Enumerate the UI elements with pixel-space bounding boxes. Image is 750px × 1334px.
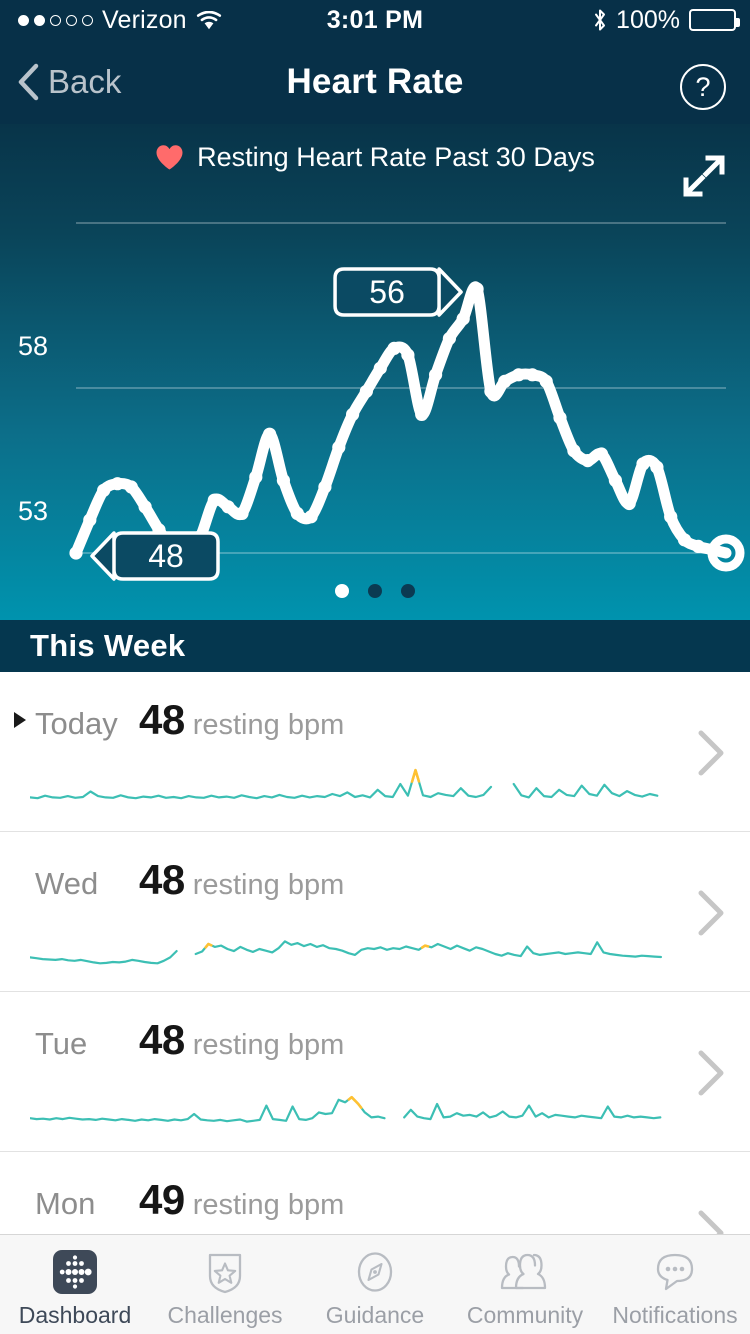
- day-row-header: Wed 48 resting bpm: [14, 856, 344, 904]
- day-bpm-value: 48: [139, 856, 185, 904]
- day-bpm-unit: resting bpm: [193, 709, 345, 742]
- day-row-wed[interactable]: Wed 48 resting bpm: [0, 832, 750, 992]
- tab-guidance[interactable]: Guidance: [300, 1235, 450, 1334]
- svg-text:48: 48: [148, 538, 184, 574]
- sparkline-tue: [30, 1080, 680, 1136]
- day-bpm-unit: resting bpm: [193, 1029, 345, 1062]
- tab-label-challenges: Challenges: [167, 1302, 282, 1329]
- heart-rate-screen: Verizon 3:01 PM 100% Back Heart Rate ?: [0, 0, 750, 1334]
- day-name-label: Today: [35, 706, 139, 742]
- chevron-right-icon[interactable]: [694, 728, 728, 778]
- expand-triangle-icon: [14, 712, 26, 728]
- day-bpm-value: 49: [139, 1176, 185, 1224]
- bluetooth-icon: [593, 9, 607, 31]
- day-row-today[interactable]: Today 48 resting bpm: [0, 672, 750, 832]
- pager-dot-3[interactable]: [401, 584, 415, 598]
- chevron-right-icon[interactable]: [694, 1048, 728, 1098]
- chevron-right-icon[interactable]: [694, 1208, 728, 1234]
- tab-label-guidance: Guidance: [326, 1302, 424, 1329]
- svg-text:56: 56: [369, 274, 405, 310]
- tab-notifications[interactable]: Notifications: [600, 1235, 750, 1334]
- day-row-header: Today 48 resting bpm: [14, 696, 344, 744]
- battery-percent-label: 100%: [616, 6, 680, 35]
- chart-callouts: 56 48: [92, 269, 461, 579]
- pager-dot-2[interactable]: [368, 584, 382, 598]
- navigation-bar: Back Heart Rate ?: [0, 40, 750, 124]
- status-bar-right: 100%: [593, 6, 736, 35]
- tab-label-community: Community: [467, 1302, 583, 1329]
- day-name-label: Mon: [35, 1186, 139, 1222]
- chart-data-points: [69, 282, 718, 559]
- resting-hr-chart-panel[interactable]: Resting Heart Rate Past 30 Days 58 53 48…: [0, 124, 750, 620]
- sparkline-today: [30, 760, 680, 816]
- tab-dashboard[interactable]: Dashboard: [0, 1235, 150, 1334]
- pager-dot-1[interactable]: [335, 584, 349, 598]
- day-bpm-value: 48: [139, 1016, 185, 1064]
- tab-challenges[interactable]: Challenges: [150, 1235, 300, 1334]
- sparkline-wed: [30, 920, 680, 976]
- day-bpm-unit: resting bpm: [193, 1189, 345, 1222]
- battery-icon: [689, 9, 736, 31]
- tab-label-dashboard: Dashboard: [19, 1302, 132, 1329]
- two-people-icon: [497, 1244, 553, 1300]
- day-bpm-value: 48: [139, 696, 185, 744]
- day-name-label: Wed: [35, 866, 139, 902]
- day-list: Today 48 resting bpm Wed 48 resting bpm: [0, 672, 750, 1234]
- bottom-tab-bar: Dashboard Challenges Guidance Community: [0, 1234, 750, 1334]
- tab-community[interactable]: Community: [450, 1235, 600, 1334]
- day-row-mon[interactable]: Mon 49 resting bpm: [0, 1152, 750, 1234]
- this-week-header: This Week: [0, 620, 750, 672]
- day-row-tue[interactable]: Tue 48 resting bpm: [0, 992, 750, 1152]
- help-button-label: ?: [695, 72, 710, 103]
- this-week-label: This Week: [30, 628, 185, 664]
- day-row-header: Mon 49 resting bpm: [14, 1176, 344, 1224]
- page-title: Heart Rate: [0, 40, 750, 124]
- chat-bubble-icon: [647, 1244, 703, 1300]
- day-bpm-unit: resting bpm: [193, 869, 345, 902]
- fitbit-dots-icon: [47, 1244, 103, 1300]
- chart-data-line: [76, 287, 726, 554]
- chevron-right-icon[interactable]: [694, 888, 728, 938]
- compass-icon: [347, 1244, 403, 1300]
- shield-star-icon: [197, 1244, 253, 1300]
- day-name-label: Tue: [35, 1026, 139, 1062]
- day-row-header: Tue 48 resting bpm: [14, 1016, 344, 1064]
- tab-label-notifications: Notifications: [612, 1302, 737, 1329]
- help-button[interactable]: ?: [680, 64, 726, 110]
- status-bar: Verizon 3:01 PM 100%: [0, 0, 750, 40]
- resting-hr-line-chart: 56 48: [0, 124, 750, 620]
- chart-pager: [0, 584, 750, 598]
